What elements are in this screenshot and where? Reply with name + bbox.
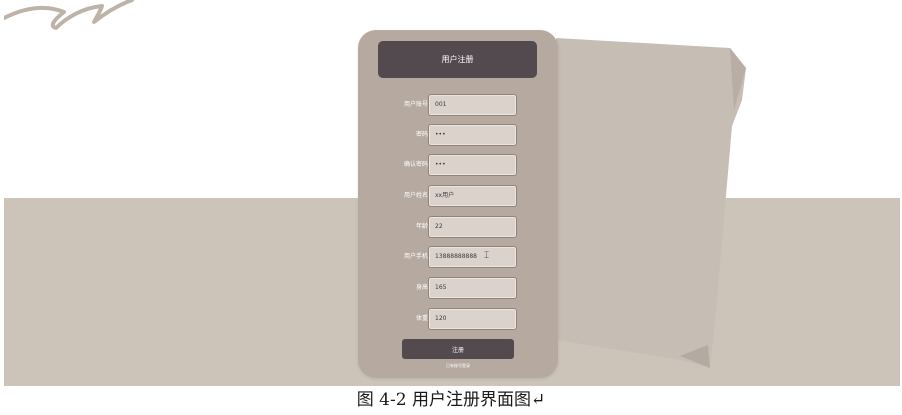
confirm-password-input[interactable]: ••• [428, 154, 517, 176]
password-label: 密码: [415, 131, 430, 138]
field-row-account: 用户账号: 001 [358, 94, 558, 116]
text-cursor-icon: 𝙸 [483, 250, 491, 261]
height-input[interactable]: 165 [428, 277, 517, 299]
register-button[interactable]: 注册 [402, 339, 514, 359]
name-value: xx用户 [435, 192, 455, 199]
account-label: 用户账号: [403, 101, 430, 108]
name-label: 用户姓名: [403, 192, 430, 199]
age-input[interactable]: 22 [428, 216, 517, 238]
height-value: 165 [435, 284, 447, 291]
register-card: 用户注册 用户账号: 001 密码: ••• 确认密码: ••• 用户姓名: x… [358, 30, 558, 378]
phone-label: 用户手机: [403, 253, 430, 260]
page-title: 用户注册 [441, 55, 474, 64]
phone-value: 13888888888 [435, 253, 477, 260]
password-value: ••• [435, 131, 446, 138]
app-screen: 用户注册 用户账号: 001 密码: ••• 确认密码: ••• 用户姓名: x… [4, 0, 900, 386]
weight-value: 120 [435, 315, 447, 322]
weight-input[interactable]: 120 [428, 308, 517, 330]
register-button-label: 注册 [451, 346, 464, 354]
field-row-height: 身高: 165 [358, 277, 558, 299]
register-title-bar: 用户注册 [378, 41, 537, 78]
password-input[interactable]: ••• [428, 124, 517, 146]
field-row-weight: 体重: 120 [358, 308, 558, 330]
account-input[interactable]: 001 [428, 94, 517, 116]
age-value: 22 [435, 223, 443, 230]
field-row-name: 用户姓名: xx用户 [358, 185, 558, 207]
weight-label: 体重: [415, 315, 430, 322]
field-row-confirm-password: 确认密码: ••• [358, 154, 558, 176]
height-label: 身高: [415, 284, 430, 291]
login-link[interactable]: 已有账号登录 [358, 362, 558, 370]
confirm-password-label: 确认密码: [403, 161, 430, 168]
confirm-password-value: ••• [435, 161, 446, 168]
field-row-phone: 用户手机: 13888888888 𝙸 [358, 246, 558, 268]
phone-input[interactable]: 13888888888 𝙸 [428, 246, 517, 268]
age-label: 年龄: [415, 223, 430, 230]
figure-caption: 图 4-2 用户注册界面图↵ [356, 390, 546, 410]
name-input[interactable]: xx用户 [428, 185, 517, 207]
account-value: 001 [435, 101, 447, 108]
field-row-age: 年龄: 22 [358, 216, 558, 238]
field-row-password: 密码: ••• [358, 124, 558, 146]
